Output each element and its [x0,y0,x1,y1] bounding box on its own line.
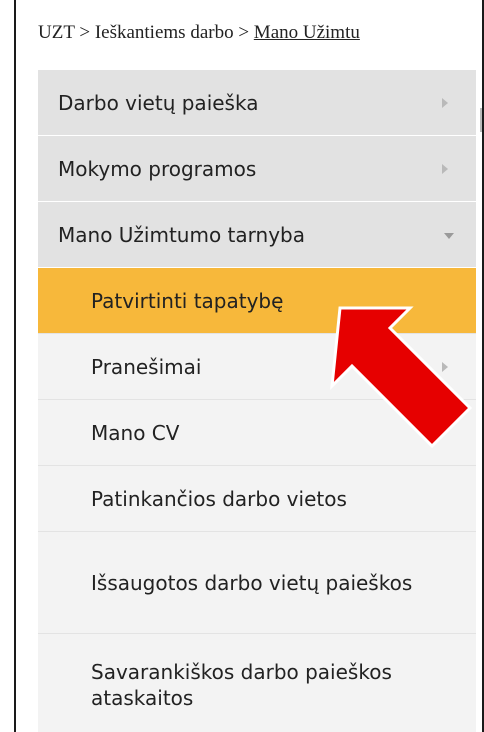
menu-item-mano-uzimtumo-tarnyba[interactable]: Mano Užimtumo tarnyba [38,202,476,268]
breadcrumb-separator: > [233,22,254,43]
submenu-item-label: Patvirtinti tapatybę [91,288,284,313]
breadcrumb-root[interactable]: UZT [38,22,75,43]
submenu-item-patinkancios-darbo-vietos[interactable]: Patinkančios darbo vietos [38,466,476,532]
scrollbar[interactable] [480,108,482,132]
red-arrow-icon [330,306,473,449]
breadcrumb-separator: > [74,22,95,43]
submenu-item-issaugotos-paieskos[interactable]: Išsaugotos darbo vietų paieškos [38,532,476,634]
menu-item-label: Mano Užimtumo tarnyba [58,222,305,247]
submenu-item-label: Patinkančios darbo vietos [91,486,347,511]
chevron-right-icon [442,97,448,108]
submenu-item-label: Išsaugotos darbo vietų paieškos [91,570,413,595]
breadcrumb-section[interactable]: Ieškantiems darbo [95,22,234,43]
chevron-down-icon [444,232,454,239]
submenu-item-label: Savarankiškos darbo paieškos ataskaitos [91,659,392,710]
menu-item-darbo-vietu-paieska[interactable]: Darbo vietų paieška [38,70,476,136]
menu-item-label: Darbo vietų paieška [58,90,259,115]
submenu-item-label: Mano CV [91,420,180,445]
submenu-item-savarankiskos-ataskaitos[interactable]: Savarankiškos darbo paieškos ataskaitos [38,634,476,732]
breadcrumb: UZT > Ieškantiems darbo > Mano Užimtu [38,22,468,52]
menu-item-label: Mokymo programos [58,156,257,181]
chevron-right-icon [442,163,448,174]
submenu-item-label: Pranešimai [91,354,202,379]
breadcrumb-current[interactable]: Mano Užimtu [254,22,360,43]
menu-item-mokymo-programos[interactable]: Mokymo programos [38,136,476,202]
